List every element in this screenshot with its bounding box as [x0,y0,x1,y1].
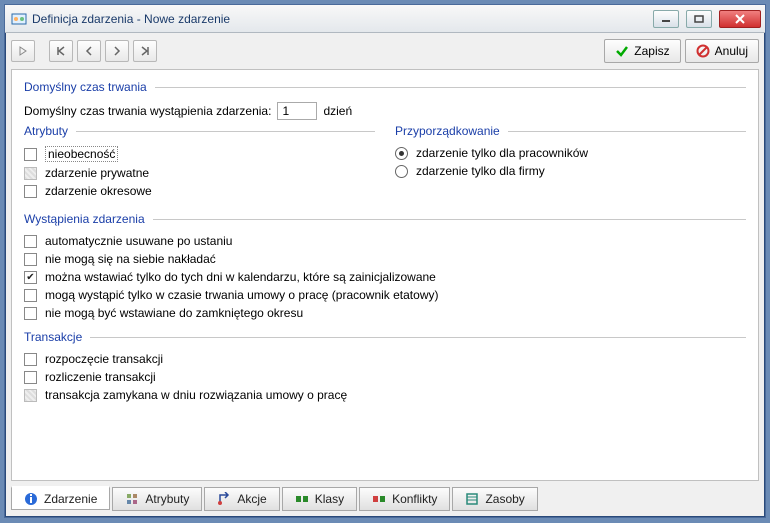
occ-no-overlap-label: nie mogą się na siebie nakładać [45,252,216,266]
trans-start-label: rozpoczęcie transakcji [45,352,163,366]
maximize-button[interactable] [686,10,712,28]
occ-auto-remove-checkbox[interactable] [24,235,37,248]
trans-settlement-label: rozliczenie transakcji [45,370,156,384]
cancel-icon [696,44,710,58]
tab-attributes[interactable]: Atrybuty [112,487,202,511]
actions-icon [217,492,231,506]
tab-actions-label: Akcje [237,492,266,506]
trans-closed-checkbox [24,389,37,402]
nav-play-button[interactable] [11,40,35,62]
attr-periodic-label: zdarzenie okresowe [45,184,152,198]
cancel-button[interactable]: Anuluj [685,39,759,63]
occ-closed-row: nie mogą być wstawiane do zamkniętego ok… [24,306,746,320]
section-transactions: Transakcje [24,330,746,344]
trans-closed-row: transakcja zamykana w dniu rozwiązania u… [24,388,746,402]
minimize-button[interactable] [653,10,679,28]
play-icon [19,46,27,56]
trans-settlement-row: rozliczenie transakcji [24,370,746,384]
info-icon [24,492,38,506]
occ-closed-label: nie mogą być wstawiane do zamkniętego ok… [45,306,303,320]
save-button-label: Zapisz [634,44,669,58]
next-icon [113,46,121,56]
assignment-company-label: zdarzenie tylko dla firmy [416,164,545,178]
titlebar: Definicja zdarzenia - Nowe zdarzenie [5,5,765,33]
maximize-icon [694,15,704,23]
tab-conflicts-label: Konflikty [392,492,437,506]
attributes-icon [125,492,139,506]
nav-first-button[interactable] [49,40,73,62]
close-button[interactable] [719,10,761,28]
trans-settlement-checkbox[interactable] [24,371,37,384]
tab-classes-label: Klasy [315,492,344,506]
last-icon [140,46,150,56]
conflicts-icon [372,492,386,506]
default-duration-row: Domyślny czas trwania wystąpienia zdarze… [24,102,746,120]
window-title: Definicja zdarzenia - Nowe zdarzenie [32,12,646,26]
tab-bar: Zdarzenie Atrybuty Akcje Klasy Konflikty… [11,487,759,511]
default-duration-label: Domyślny czas trwania wystąpienia zdarze… [24,104,271,118]
dialog-window: Definicja zdarzenia - Nowe zdarzenie [4,4,766,518]
toolbar: Zapisz Anuluj [5,33,765,69]
default-duration-unit: dzień [323,104,352,118]
assignment-employees-row: zdarzenie tylko dla pracowników [395,146,746,160]
check-icon [615,44,629,58]
occ-contract-label: mogą wystąpić tylko w czasie trwania umo… [45,288,438,302]
occ-auto-remove-row: automatycznie usuwane po ustaniu [24,234,746,248]
occ-closed-checkbox[interactable] [24,307,37,320]
first-icon [56,46,66,56]
prev-icon [85,46,93,56]
section-default-duration: Domyślny czas trwania [24,80,746,94]
default-duration-input[interactable] [277,102,317,120]
trans-start-checkbox[interactable] [24,353,37,366]
tab-attributes-label: Atrybuty [145,492,189,506]
section-attributes: Atrybuty [24,124,375,138]
tab-conflicts[interactable]: Konflikty [359,487,450,511]
assignment-company-radio[interactable] [395,165,408,178]
attr-periodic-row: zdarzenie okresowe [24,184,375,198]
trans-start-row: rozpoczęcie transakcji [24,352,746,366]
assignment-employees-radio[interactable] [395,147,408,160]
save-button[interactable]: Zapisz [604,39,680,63]
attr-absence-label: nieobecność [45,146,118,162]
cancel-button-label: Anuluj [715,44,748,58]
nav-next-button[interactable] [105,40,129,62]
assignment-employees-label: zdarzenie tylko dla pracowników [416,146,588,160]
occ-contract-row: mogą wystąpić tylko w czasie trwania umo… [24,288,746,302]
tab-event-label: Zdarzenie [44,492,97,506]
content-panel: Domyślny czas trwania Domyślny czas trwa… [11,69,759,481]
tab-actions[interactable]: Akcje [204,487,279,511]
section-occurrences: Wystąpienia zdarzenia [24,212,746,226]
trans-closed-label: transakcja zamykana w dniu rozwiązania u… [45,388,347,402]
assignment-company-row: zdarzenie tylko dla firmy [395,164,746,178]
tab-classes[interactable]: Klasy [282,487,357,511]
occ-contract-checkbox[interactable] [24,289,37,302]
occ-no-overlap-checkbox[interactable] [24,253,37,266]
section-assignment: Przyporządkowanie [395,124,746,138]
tab-resources-label: Zasoby [485,492,524,506]
nav-prev-button[interactable] [77,40,101,62]
tab-resources[interactable]: Zasoby [452,487,537,511]
attr-absence-checkbox[interactable] [24,148,37,161]
occ-no-overlap-row: nie mogą się na siebie nakładać [24,252,746,266]
occ-auto-remove-label: automatycznie usuwane po ustaniu [45,234,232,248]
occ-calendar-label: można wstawiać tylko do tych dni w kalen… [45,270,436,284]
attr-private-label: zdarzenie prywatne [45,166,149,180]
tab-event[interactable]: Zdarzenie [11,486,110,510]
attr-periodic-checkbox[interactable] [24,185,37,198]
close-icon [734,14,746,24]
app-icon [11,11,27,27]
resources-icon [465,492,479,506]
nav-last-button[interactable] [133,40,157,62]
attr-private-checkbox [24,167,37,180]
occ-calendar-row: ✔ można wstawiać tylko do tych dni w kal… [24,270,746,284]
attr-private-row: zdarzenie prywatne [24,166,375,180]
minimize-icon [661,15,671,23]
classes-icon [295,492,309,506]
attr-absence-row: nieobecność [24,146,375,162]
occ-calendar-checkbox[interactable]: ✔ [24,271,37,284]
